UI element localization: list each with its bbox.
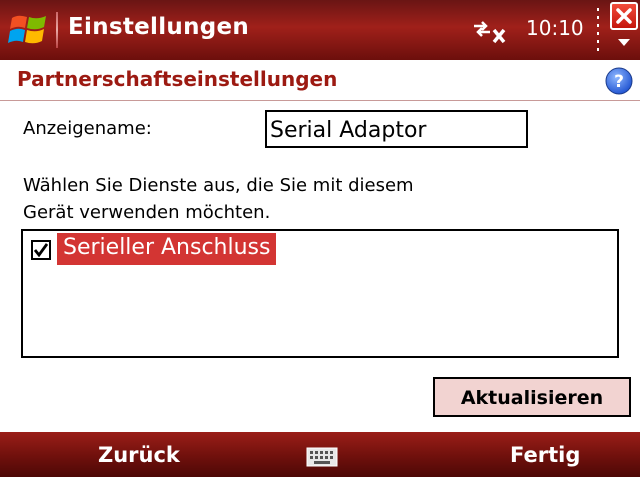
instructions-line-1: Wählen Sie Dienste aus, die Sie mit dies… (23, 175, 414, 196)
instructions-text: Wählen Sie Dienste aus, die Sie mit dies… (23, 172, 543, 226)
chevron-down-icon[interactable] (616, 37, 632, 49)
title-separator (56, 12, 58, 48)
display-name-label: Anzeigename: (23, 118, 152, 139)
clock: 10:10 (526, 16, 584, 40)
softkey-bar: Zurück Fertig (0, 432, 640, 477)
page-header: Partnerschaftseinstellungen (0, 60, 640, 101)
back-softkey[interactable]: Zurück (98, 443, 180, 467)
services-list[interactable]: Serieller Anschluss (21, 229, 619, 358)
service-label[interactable]: Serieller Anschluss (57, 233, 277, 265)
update-button[interactable]: Aktualisieren (433, 377, 631, 417)
list-item[interactable]: Serieller Anschluss (25, 233, 277, 265)
page-title: Partnerschaftseinstellungen (17, 67, 338, 91)
windows-start-icon[interactable] (8, 10, 50, 50)
instructions-line-2: Gerät verwenden möchten. (23, 202, 271, 223)
close-icon (616, 8, 632, 24)
service-checkbox[interactable] (31, 240, 51, 260)
close-button[interactable] (610, 2, 638, 30)
title-divider (597, 8, 599, 51)
display-name-field[interactable]: Serial Adaptor (265, 110, 528, 148)
keyboard-icon[interactable] (306, 447, 338, 467)
done-softkey[interactable]: Fertig (510, 443, 580, 467)
connectivity-icon[interactable] (470, 14, 514, 46)
help-icon[interactable]: ? (605, 67, 633, 95)
svg-text:?: ? (614, 72, 624, 92)
title-bar: Einstellungen 10:10 (0, 0, 640, 60)
checkmark-icon (34, 243, 48, 257)
app-title: Einstellungen (68, 14, 250, 40)
